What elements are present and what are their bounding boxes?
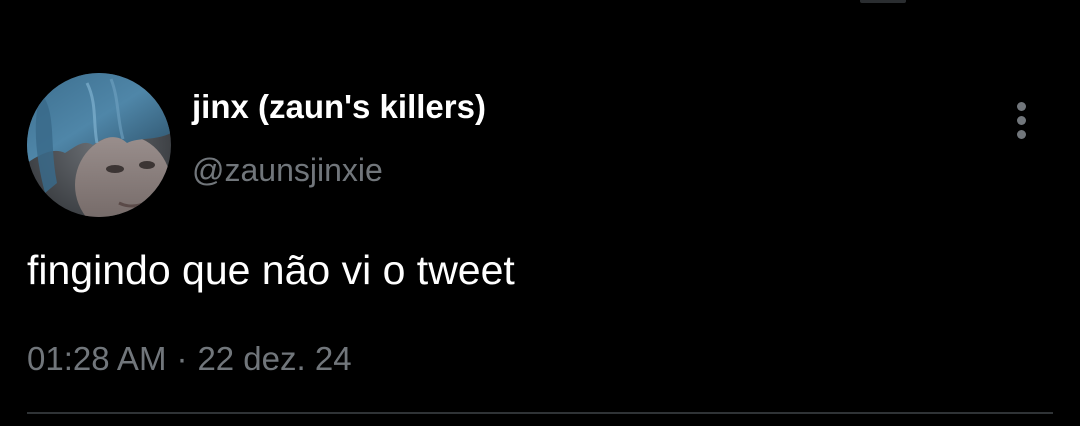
author-display-name[interactable]: jinx (zaun's killers) bbox=[192, 88, 486, 126]
more-options-button[interactable] bbox=[1004, 98, 1040, 142]
tweet-timestamp: 01:28 AM · 22 dez. 24 bbox=[27, 340, 352, 378]
divider bbox=[27, 412, 1053, 414]
tweet-time[interactable]: 01:28 AM bbox=[27, 340, 166, 377]
avatar[interactable] bbox=[27, 73, 171, 217]
avatar-image bbox=[27, 73, 171, 217]
tweet-date[interactable]: 22 dez. 24 bbox=[197, 340, 351, 377]
author-handle[interactable]: @zaunsjinxie bbox=[192, 152, 383, 189]
tweet-text: fingindo que não vi o tweet bbox=[27, 247, 515, 293]
top-edge-mark bbox=[860, 0, 906, 3]
meta-separator: · bbox=[176, 340, 188, 377]
